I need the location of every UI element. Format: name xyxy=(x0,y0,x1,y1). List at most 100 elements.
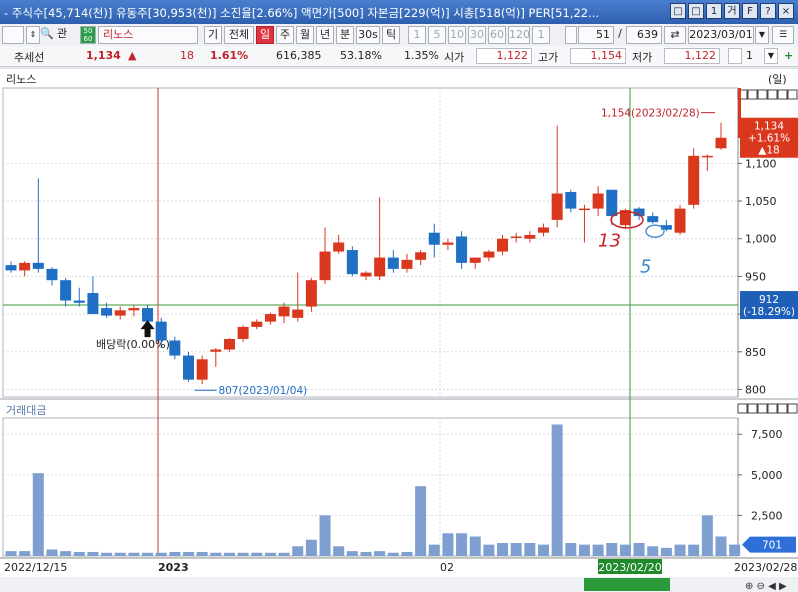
candle-body-41 xyxy=(565,192,577,209)
chart-canvas[interactable]: 8008509009501,0001,0501,1001,154(2023/02… xyxy=(0,0,798,592)
price-panel-control-2 xyxy=(757,89,768,100)
candle-body-23 xyxy=(319,251,331,281)
dividend-label: 배당락(0.00%) xyxy=(96,338,170,351)
low-annotation: 807(2023/01/04) xyxy=(219,385,308,397)
price-tick-label-0: 800 xyxy=(745,383,766,396)
volume-bar-33 xyxy=(456,533,468,556)
candle-body-12 xyxy=(169,340,181,356)
candle-body-17 xyxy=(237,326,249,339)
candle-body-19 xyxy=(264,314,276,322)
volume-bar-10 xyxy=(142,552,154,556)
price-panel-control-5 xyxy=(787,89,798,100)
volume-panel-control-1 xyxy=(747,403,758,414)
hand-note-5: 5 xyxy=(640,257,651,278)
volume-bar-46 xyxy=(633,543,645,556)
volume-bar-35 xyxy=(483,544,495,556)
volume-bar-13 xyxy=(183,551,194,556)
volume-bar-37 xyxy=(510,543,522,556)
volume-bar-38 xyxy=(524,543,536,556)
volume-bar-26 xyxy=(360,551,372,556)
candle-body-44 xyxy=(606,189,618,217)
candle-body-8 xyxy=(114,310,126,316)
candle-body-15 xyxy=(210,349,222,352)
volume-panel-control-0 xyxy=(737,403,748,414)
candle-body-47 xyxy=(647,216,659,223)
candle-body-29 xyxy=(401,259,413,269)
candle-body-34 xyxy=(469,257,481,263)
candle-body-20 xyxy=(278,306,290,317)
zoom-controls-icon: ⊕ ⊖ ◀ ▶ xyxy=(745,581,787,592)
volume-bar-0 xyxy=(5,551,17,556)
candle-body-35 xyxy=(483,251,495,258)
volume-bar-1 xyxy=(19,551,31,556)
x-label-start: 2022/12/15 xyxy=(4,561,67,574)
candle-body-9 xyxy=(128,308,140,311)
high-annotation: 1,154(2023/02/28) xyxy=(601,108,700,120)
volume-bar-39 xyxy=(538,544,549,556)
candle-body-6 xyxy=(87,292,99,315)
volume-bar-2 xyxy=(32,473,44,556)
current-price-tag-line-2: ▲18 xyxy=(758,145,779,157)
volume-tick-label-0: 2,500 xyxy=(751,509,783,522)
hand-note-13: 13 xyxy=(598,230,621,251)
price-tick-label-4: 1,000 xyxy=(745,233,777,246)
volume-bar-20 xyxy=(278,552,290,556)
volume-bar-4 xyxy=(60,551,72,556)
volume-bar-47 xyxy=(647,546,659,556)
scrollbar-thumb[interactable] xyxy=(584,578,670,591)
candle-body-13 xyxy=(183,355,194,380)
volume-bar-9 xyxy=(128,552,140,556)
volume-bar-41 xyxy=(565,543,577,556)
volume-bar-17 xyxy=(237,552,249,556)
volume-bar-40 xyxy=(551,424,563,556)
volume-tick-label-1: 5,000 xyxy=(751,469,783,482)
candle-body-25 xyxy=(346,250,358,275)
cursor-date-label: 2023/02/20 xyxy=(598,561,661,574)
candle-body-3 xyxy=(46,268,58,281)
volume-bar-24 xyxy=(333,546,345,556)
candle-body-32 xyxy=(442,242,454,245)
period-label: (일) xyxy=(768,73,787,86)
volume-bar-34 xyxy=(469,536,481,556)
price-tick-label-3: 950 xyxy=(745,270,766,283)
volume-tag-label: 701 xyxy=(762,540,782,552)
candle-body-22 xyxy=(305,280,317,307)
volume-bar-27 xyxy=(374,551,386,556)
volume-bar-43 xyxy=(592,544,604,556)
volume-bar-42 xyxy=(578,544,590,556)
volume-bar-51 xyxy=(701,515,713,556)
candle-body-43 xyxy=(592,193,604,209)
volume-panel-title: 거래대금 xyxy=(6,404,47,417)
candle-body-28 xyxy=(387,257,399,269)
current-price-tag-line-1: +1.61% xyxy=(748,133,790,145)
volume-bar-15 xyxy=(210,552,222,556)
volume-tick-label-2: 7,500 xyxy=(751,428,783,441)
candle-body-42 xyxy=(578,208,590,211)
candle-body-36 xyxy=(497,238,509,252)
candle-body-51 xyxy=(701,155,713,158)
candle-body-10 xyxy=(142,308,154,322)
x-label-end: 2023/02/28 xyxy=(734,561,797,574)
volume-bar-28 xyxy=(387,552,399,556)
volume-bar-14 xyxy=(196,551,208,556)
price-panel-control-1 xyxy=(747,89,758,100)
volume-panel-control-4 xyxy=(777,403,788,414)
cursor-price-tag-line-0: 912 xyxy=(759,294,779,306)
price-panel-control-3 xyxy=(767,89,778,100)
volume-bar-8 xyxy=(114,552,126,556)
x-label-feb: 02 xyxy=(440,561,454,574)
candle-body-7 xyxy=(101,308,113,316)
candle-body-49 xyxy=(674,208,686,233)
price-panel-title: 리노스 xyxy=(6,73,37,86)
volume-bar-5 xyxy=(73,551,85,556)
candle-body-31 xyxy=(428,232,440,245)
volume-bar-25 xyxy=(346,551,358,556)
price-tick-label-6: 1,100 xyxy=(745,157,777,170)
current-price-tag-line-0: 1,134 xyxy=(754,121,784,133)
candle-body-24 xyxy=(333,242,345,252)
candle-body-2 xyxy=(32,262,44,269)
candle-body-14 xyxy=(196,359,208,380)
volume-bar-19 xyxy=(264,552,276,556)
candle-body-1 xyxy=(19,262,31,271)
volume-bar-11 xyxy=(155,552,167,556)
